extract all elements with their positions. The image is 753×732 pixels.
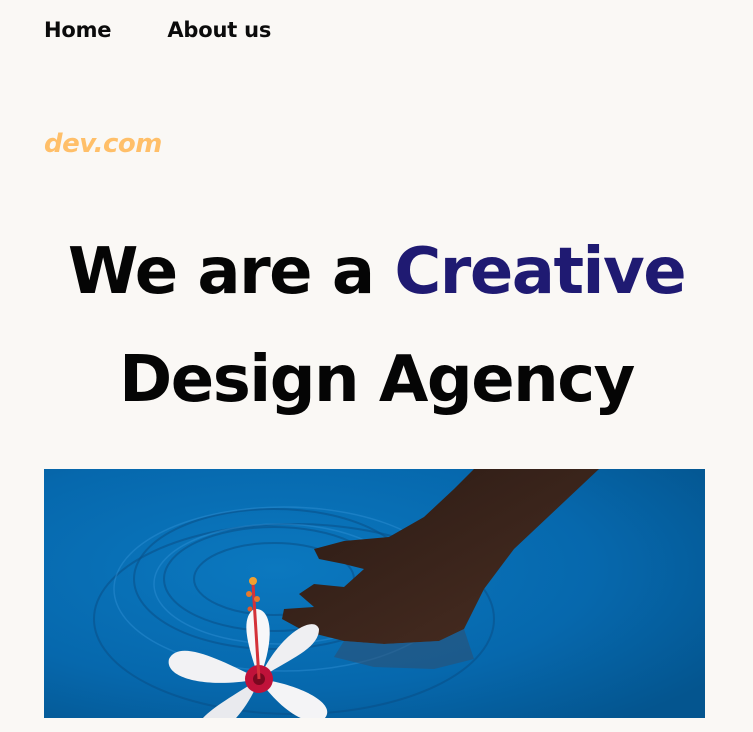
main-nav: Home About us: [44, 14, 271, 46]
headline-suffix: Design Agency: [119, 343, 635, 417]
hero-headline: We are a Creative Design Agency: [0, 218, 753, 434]
nav-home-link[interactable]: Home: [44, 14, 112, 46]
nav-about-us-link[interactable]: About us: [167, 14, 271, 46]
headline-accent-word: Creative: [394, 235, 686, 309]
headline-prefix: We are a: [67, 235, 395, 309]
hero-image: [44, 469, 705, 718]
brand-logo-text[interactable]: dev.com: [44, 126, 162, 162]
hand-with-hibiscus-flower-in-water-image: [44, 469, 705, 718]
